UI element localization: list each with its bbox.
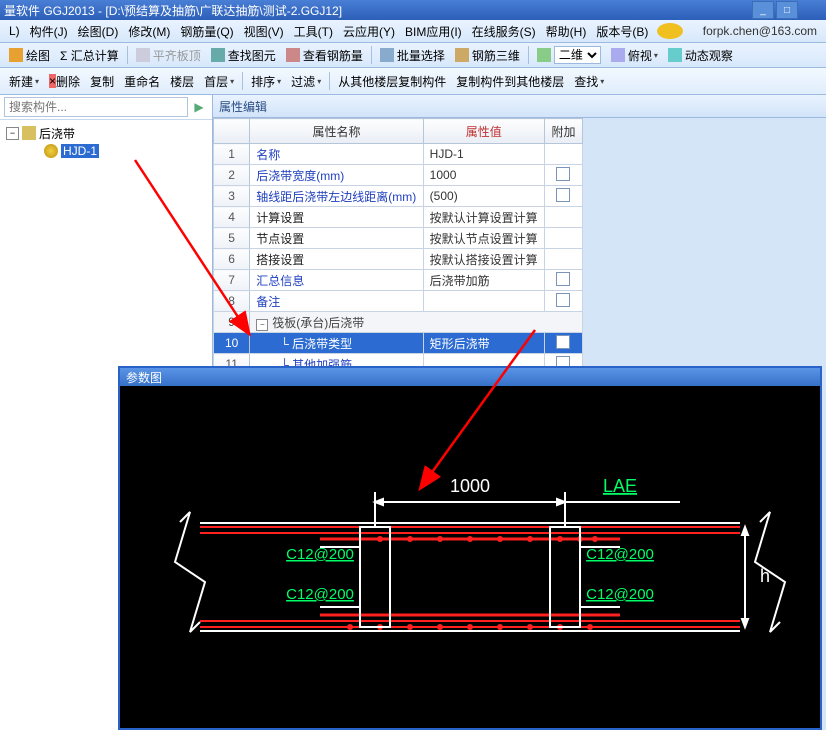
copy-button[interactable]: 复制 — [85, 73, 119, 90]
rotate-view-button[interactable]: 俯视▾ — [606, 47, 663, 64]
dim-lae: LAE — [603, 476, 637, 496]
rebar-label: C12@200 — [586, 546, 654, 563]
diagram-title: 参数图 — [120, 368, 820, 386]
bars-icon — [286, 48, 300, 62]
gear-icon — [44, 144, 58, 158]
dynamic-view-button[interactable]: 动态观察 — [663, 47, 738, 64]
col-value: 属性值 — [423, 119, 544, 144]
property-grid[interactable]: 属性名称 属性值 附加 1名称HJD-1 2后浇带宽度(mm)1000 3轴线距… — [213, 118, 583, 396]
sort-button[interactable]: 排序▾ — [246, 73, 286, 90]
grid-row: 5节点设置按默认节点设置计算 — [214, 228, 583, 249]
menu-bar: L) 构件(J) 绘图(D) 修改(M) 钢筋量(Q) 视图(V) 工具(T) … — [0, 20, 826, 43]
toolbar-main: 绘图 Σ 汇总计算 平齐板顶 查找图元 查看钢筋量 批量选择 钢筋三维 二维 俯… — [0, 43, 826, 68]
rebar-label: C12@200 — [286, 546, 354, 563]
toolbar-secondary: 新建▾ ×删除 复制 重命名 楼层 首层▾ 排序▾ 过滤▾ 从其他楼层复制构件 … — [0, 68, 826, 95]
chevron-down-icon: ▾ — [230, 77, 234, 86]
collapse-icon[interactable]: − — [256, 319, 268, 331]
grid-row: 3轴线距后浇带左边线距离(mm)(500) — [214, 186, 583, 207]
grid-row-selected: 10└ 后浇带类型矩形后浇带 — [214, 333, 583, 354]
grid-row: 8备注 — [214, 291, 583, 312]
menu-item[interactable]: 钢筋量(Q) — [175, 23, 238, 40]
checkbox[interactable] — [556, 188, 570, 202]
checkbox[interactable] — [556, 335, 570, 349]
col-name: 属性名称 — [250, 119, 423, 144]
grid-row: 7汇总信息后浇带加筋 — [214, 270, 583, 291]
chevron-down-icon: ▾ — [277, 77, 281, 86]
menu-item[interactable]: 在线服务(S) — [467, 23, 541, 40]
dim-1000: 1000 — [450, 476, 490, 496]
menu-item[interactable]: 构件(J) — [25, 23, 73, 40]
folder-icon — [22, 126, 36, 140]
menu-item[interactable]: 修改(M) — [123, 23, 175, 40]
tree-node-root[interactable]: 后浇带 — [39, 125, 75, 142]
search-input[interactable] — [4, 97, 188, 117]
diagram-window: 参数图 — [118, 366, 822, 730]
filter-button[interactable]: 过滤▾ — [286, 73, 326, 90]
tree-node-selected[interactable]: HJD-1 — [61, 144, 99, 158]
draw-button[interactable]: 绘图 — [4, 47, 55, 64]
select-icon — [380, 48, 394, 62]
menu-item[interactable]: L) — [4, 24, 25, 38]
grid-row: 1名称HJD-1 — [214, 144, 583, 165]
property-header: 属性编辑 — [213, 95, 826, 118]
menu-item[interactable]: 绘图(D) — [73, 23, 124, 40]
dim-h: h — [760, 566, 770, 586]
find-button[interactable]: 查找▾ — [569, 73, 609, 90]
pencil-icon — [9, 48, 23, 62]
search-icon — [211, 48, 225, 62]
rebar-3d-button[interactable]: 钢筋三维 — [450, 47, 525, 64]
find-element-button[interactable]: 查找图元 — [206, 47, 281, 64]
flat-icon — [136, 48, 150, 62]
maximize-button[interactable]: □ — [776, 1, 798, 19]
col-add: 附加 — [544, 119, 582, 144]
app-title: 量软件 GGJ2013 - [D:\预结算及抽筋\广联达抽筋\测试-2.GGJ1… — [4, 2, 342, 19]
user-icon — [657, 23, 683, 39]
menu-item[interactable]: BIM应用(I) — [400, 23, 467, 40]
search-go-button[interactable]: ▶ — [190, 98, 208, 116]
chevron-down-icon: ▾ — [317, 77, 321, 86]
delete-icon: × — [49, 74, 56, 88]
menu-item[interactable]: 工具(T) — [289, 23, 338, 40]
view-icon — [537, 48, 551, 62]
title-bar: 量软件 GGJ2013 - [D:\预结算及抽筋\广联达抽筋\测试-2.GGJ1… — [0, 0, 826, 20]
menu-item[interactable]: 帮助(H) — [541, 23, 592, 40]
menu-item[interactable]: 云应用(Y) — [338, 23, 400, 40]
menu-item[interactable]: 版本号(B) — [591, 23, 653, 40]
flat-button[interactable]: 平齐板顶 — [131, 47, 206, 64]
view-rebar-button[interactable]: 查看钢筋量 — [281, 47, 368, 64]
copy-from-floor-button[interactable]: 从其他楼层复制构件 — [333, 73, 451, 90]
grid-row: 2后浇带宽度(mm)1000 — [214, 165, 583, 186]
user-email: forpk.chen@163.com — [698, 24, 822, 38]
checkbox[interactable] — [556, 272, 570, 286]
checkbox[interactable] — [556, 293, 570, 307]
tree-toggle[interactable]: − — [6, 127, 19, 140]
floor-select[interactable]: 首层▾ — [199, 73, 239, 90]
view-2d-select[interactable]: 二维 — [532, 46, 606, 64]
grid-row: 4计算设置按默认计算设置计算 — [214, 207, 583, 228]
floor-label: 楼层 — [165, 73, 199, 90]
chevron-down-icon: ▾ — [654, 51, 658, 60]
search-box: ▶ — [0, 95, 212, 120]
grid-group-row: 9−筏板(承台)后浇带 — [214, 312, 583, 333]
rebar-label: C12@200 — [586, 586, 654, 603]
delete-button[interactable]: ×删除 — [44, 73, 85, 90]
rebar-label: C12@200 — [286, 586, 354, 603]
diagram-canvas: 1000 LAE C12@200 C12@200 C12@200 C12@200… — [120, 386, 820, 728]
chevron-down-icon: ▾ — [35, 77, 39, 86]
checkbox[interactable] — [556, 167, 570, 181]
copy-to-floor-button[interactable]: 复制构件到其他楼层 — [451, 73, 569, 90]
orbit-icon — [668, 48, 682, 62]
batch-select-button[interactable]: 批量选择 — [375, 47, 450, 64]
minimize-button[interactable]: _ — [752, 1, 774, 19]
menu-item[interactable]: 视图(V) — [239, 23, 289, 40]
sum-button[interactable]: Σ 汇总计算 — [55, 47, 124, 64]
cube-icon — [455, 48, 469, 62]
new-button[interactable]: 新建▾ — [4, 73, 44, 90]
rotate-icon — [611, 48, 625, 62]
grid-row: 6搭接设置按默认搭接设置计算 — [214, 249, 583, 270]
chevron-down-icon: ▾ — [600, 77, 604, 86]
rename-button[interactable]: 重命名 — [119, 73, 165, 90]
